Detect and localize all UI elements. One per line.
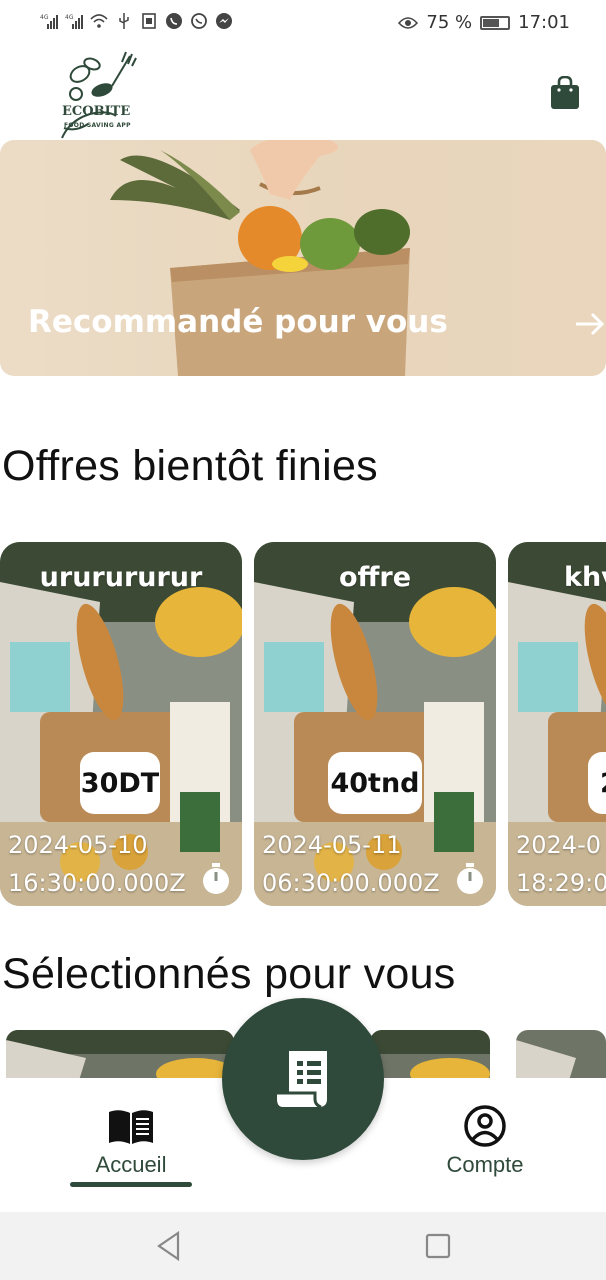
offer-title: khv [564, 562, 606, 593]
offer-time: 16:30:00.000Z [8, 869, 186, 897]
signal-4g-icon: 4G [65, 14, 83, 29]
app-screen: 4G 4G 75 % 17:01 ECOBITE FOOD SAVING APP… [0, 0, 606, 1280]
offer-expiry: 2024-05-10 16:30:00.000Z [8, 826, 186, 902]
orders-fab[interactable] [222, 998, 384, 1160]
nav-account[interactable]: Compte [410, 1100, 560, 1200]
back-triangle-icon[interactable] [156, 1231, 182, 1261]
whatsapp-icon [191, 13, 207, 29]
offer-title: ururururur [39, 562, 203, 593]
banner-title: Recommandé pour vous [28, 304, 448, 340]
user-circle-icon [464, 1105, 506, 1147]
system-navigation-bar [0, 1212, 606, 1280]
section-title-ending-soon: Offres bientôt finies [2, 442, 378, 490]
offer-card[interactable]: khv 2 2024-0 18:29:00. [508, 542, 606, 906]
battery-icon [480, 15, 511, 30]
stopwatch-icon [457, 863, 483, 894]
offers-carousel[interactable]: ururururur 30DT 2024-05-10 16:30:00.000Z [0, 542, 606, 906]
offer-date: 2024-05-11 [262, 831, 402, 859]
grocery-bag-image [110, 140, 410, 376]
sim-icon [142, 13, 156, 29]
open-book-icon [109, 1110, 153, 1144]
messenger-icon [216, 13, 232, 29]
receipt-icon [277, 1051, 327, 1109]
battery-percent: 75 % [426, 12, 473, 33]
recents-square-icon[interactable] [425, 1233, 451, 1259]
stopwatch-icon [203, 863, 229, 894]
offer-card[interactable]: offre 40tnd 2024-05-11 06:30:00.000Z [254, 542, 496, 906]
brand-name: ECOBITE [62, 104, 131, 119]
offer-expiry: 2024-05-11 06:30:00.000Z [262, 826, 440, 902]
offer-price: 40tnd [328, 752, 422, 814]
nav-account-label: Compte [446, 1152, 524, 1177]
arrow-right-icon[interactable] [574, 308, 606, 340]
offer-date: 2024-0 [516, 831, 602, 859]
offer-time: 06:30:00.000Z [262, 869, 440, 897]
offer-title: offre [338, 562, 412, 593]
app-header: ECOBITE FOOD SAVING APP [0, 46, 606, 140]
offer-expiry: 2024-0 18:29:00. [516, 826, 606, 902]
status-bar: 4G 4G 75 % 17:01 [0, 0, 606, 46]
shopping-bag-icon[interactable] [550, 76, 580, 110]
eye-comfort-icon [398, 16, 419, 29]
svg-text:4G: 4G [40, 14, 49, 21]
brand-tagline: FOOD SAVING APP [64, 122, 131, 129]
clock: 17:01 [518, 12, 570, 33]
usb-icon [119, 13, 129, 29]
viber-icon [166, 13, 182, 29]
offer-date: 2024-05-10 [8, 831, 148, 859]
active-tab-indicator [70, 1182, 192, 1187]
section-title-selected: Sélectionnés pour vous [2, 950, 456, 998]
recommended-banner[interactable]: Recommandé pour vous [0, 140, 606, 376]
nav-home-label: Accueil [95, 1152, 167, 1177]
svg-text:4G: 4G [65, 14, 74, 21]
signal-4g-icon: 4G [40, 14, 58, 29]
offer-price: 2 [588, 752, 606, 814]
offer-time: 18:29:00. [516, 869, 606, 897]
offer-price: 30DT [80, 752, 160, 814]
offer-card[interactable]: ururururur 30DT 2024-05-10 16:30:00.000Z [0, 542, 242, 906]
wifi-icon [90, 14, 108, 28]
